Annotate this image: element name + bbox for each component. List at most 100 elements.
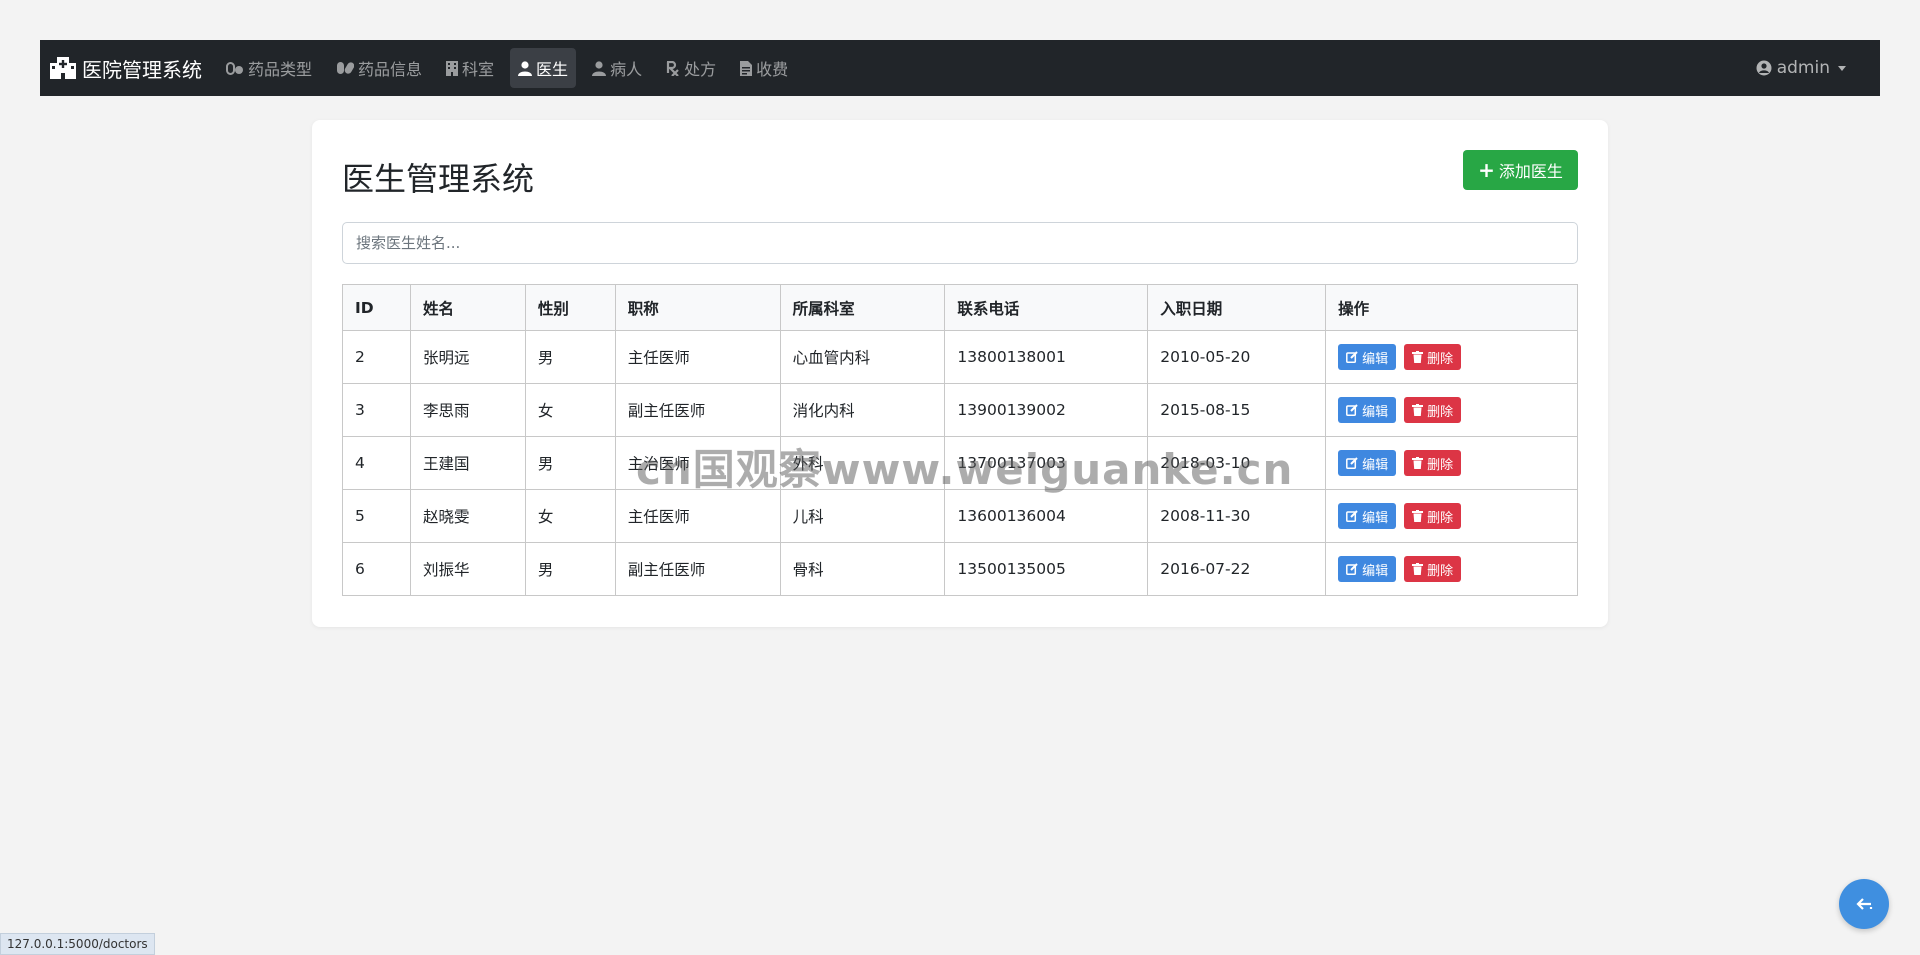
- actions-cell: 编辑 删除: [1325, 542, 1578, 596]
- hospital-icon: [50, 57, 76, 79]
- edit-label: 编辑: [1362, 510, 1389, 526]
- table-row: 3 李思雨女副主任医师 消化内科 13900139002 2015-08-15 编辑 删除: [342, 383, 1578, 437]
- delete-label: 删除: [1427, 563, 1454, 579]
- column-header: 操作: [1325, 284, 1578, 331]
- table-cell: 女: [524, 383, 616, 437]
- status-bar-url: 127.0.0.1:5000/doctors: [0, 933, 155, 955]
- edit-button[interactable]: 编辑: [1338, 556, 1397, 582]
- column-header: 性别: [524, 284, 616, 331]
- trash-icon: [1412, 457, 1424, 469]
- table-cell: 主任医师: [614, 330, 781, 384]
- brand-label: 医院管理系统: [82, 57, 202, 82]
- table-row: 6 刘振华男副主任医师 骨科 13500135005 2016-07-22 编辑 删除: [342, 542, 1578, 596]
- edit-icon: [1346, 563, 1358, 575]
- column-header: 联系电话: [944, 284, 1149, 331]
- nav-item-doctors[interactable]: 医生: [510, 48, 577, 88]
- delete-label: 删除: [1427, 351, 1454, 367]
- table-cell: 4: [342, 436, 411, 490]
- delete-button[interactable]: 删除: [1404, 397, 1462, 423]
- edit-label: 编辑: [1362, 404, 1389, 420]
- add-doctor-label: 添加医生: [1498, 162, 1563, 181]
- row-actions: 编辑 删除: [1338, 344, 1565, 370]
- table-cell: 男: [524, 436, 616, 490]
- row-actions: 编辑 删除: [1338, 450, 1565, 476]
- table-cell: 女: [524, 489, 616, 543]
- column-header: 所属科室: [779, 284, 946, 331]
- pills-icon: [226, 61, 244, 75]
- edit-button[interactable]: 编辑: [1338, 344, 1397, 370]
- table-cell: 13900139002: [944, 383, 1149, 437]
- user-injured-icon: [592, 60, 607, 76]
- table-cell: 儿科: [779, 489, 946, 543]
- table-cell: 6: [342, 542, 411, 596]
- delete-button[interactable]: 删除: [1404, 450, 1462, 476]
- brand-link[interactable]: 医院管理系统: [50, 48, 202, 88]
- user-dropdown[interactable]: admin: [1756, 48, 1846, 88]
- trash-icon: [1412, 563, 1424, 575]
- table-cell: 骨科: [779, 542, 946, 596]
- watermark: cn国观察www.weiguanke.cn: [636, 445, 1294, 494]
- trash-icon: [1412, 351, 1424, 363]
- actions-cell: 编辑 删除: [1325, 489, 1578, 543]
- nav-item-drug-info[interactable]: 药品信息: [328, 48, 430, 88]
- trash-icon: [1412, 510, 1424, 522]
- table-cell: 5: [342, 489, 411, 543]
- arrow-left-icon: [1855, 895, 1873, 913]
- table-cell: 主任医师: [614, 489, 781, 543]
- nav-label: 医生: [536, 60, 569, 79]
- nav-item-patients[interactable]: 病人: [584, 48, 650, 88]
- table-cell: 3: [342, 383, 411, 437]
- nav-item-drug-types[interactable]: 药品类型: [218, 48, 320, 88]
- search-input[interactable]: [342, 222, 1578, 264]
- delete-label: 删除: [1427, 510, 1454, 526]
- actions-cell: 编辑 删除: [1325, 330, 1578, 384]
- nav-item-prescriptions[interactable]: 处方: [658, 48, 724, 88]
- table-cell: 赵晓雯: [409, 489, 526, 543]
- table-cell: 2016-07-22: [1147, 542, 1327, 596]
- edit-button[interactable]: 编辑: [1338, 450, 1397, 476]
- edit-icon: [1346, 510, 1358, 522]
- top-navbar: 医院管理系统 药品类型 药品信息 科室 医生 病人 处方 收费 admin: [40, 40, 1880, 96]
- actions-cell: 编辑 删除: [1325, 436, 1578, 490]
- user-name: admin: [1776, 58, 1830, 78]
- table-cell: 男: [524, 542, 616, 596]
- table-cell: 刘振华: [409, 542, 526, 596]
- add-doctor-button[interactable]: + 添加医生: [1463, 150, 1578, 190]
- capsules-icon: [336, 61, 355, 75]
- plus-icon: +: [1478, 158, 1495, 182]
- table-cell: 2010-05-20: [1147, 330, 1327, 384]
- trash-icon: [1412, 404, 1424, 416]
- table-cell: 副主任医师: [614, 383, 781, 437]
- table-header-row: ID 姓名 性别 职称 所属科室 联系电话 入职日期 操作: [342, 284, 1578, 331]
- table-cell: 2015-08-15: [1147, 383, 1327, 437]
- user-doctor-icon: [518, 60, 533, 76]
- nav-label: 病人: [610, 60, 643, 79]
- edit-label: 编辑: [1362, 563, 1389, 579]
- building-icon: [446, 60, 459, 76]
- delete-button[interactable]: 删除: [1404, 503, 1462, 529]
- doctor-management-card: 医生管理系统 + 添加医生 ID姓名性别职称所属科室联系电话入职日期操作 2张明…: [312, 120, 1608, 627]
- edit-label: 编辑: [1362, 351, 1389, 367]
- nav-label: 处方: [684, 60, 717, 79]
- delete-button[interactable]: 删除: [1404, 344, 1462, 370]
- row-actions: 编辑 删除: [1338, 503, 1565, 529]
- column-header: ID: [342, 284, 411, 331]
- row-actions: 编辑 删除: [1338, 556, 1565, 582]
- table-cell: 李思雨: [409, 383, 526, 437]
- nav-item-billing[interactable]: 收费: [732, 48, 796, 88]
- nav-item-departments[interactable]: 科室: [438, 48, 502, 88]
- user-circle-icon: [1756, 60, 1772, 76]
- nav-label: 科室: [462, 60, 495, 79]
- table-cell: 男: [524, 330, 616, 384]
- back-fab-button[interactable]: [1839, 879, 1889, 929]
- delete-button[interactable]: 删除: [1404, 556, 1462, 582]
- delete-label: 删除: [1427, 457, 1454, 473]
- column-header: 姓名: [409, 284, 526, 331]
- table-cell: 心血管内科: [779, 330, 946, 384]
- edit-button[interactable]: 编辑: [1338, 397, 1397, 423]
- nav-label: 药品信息: [358, 60, 423, 79]
- table-cell: 13500135005: [944, 542, 1149, 596]
- prescription-icon: [666, 60, 680, 76]
- table-cell: 张明远: [409, 330, 526, 384]
- edit-button[interactable]: 编辑: [1338, 503, 1397, 529]
